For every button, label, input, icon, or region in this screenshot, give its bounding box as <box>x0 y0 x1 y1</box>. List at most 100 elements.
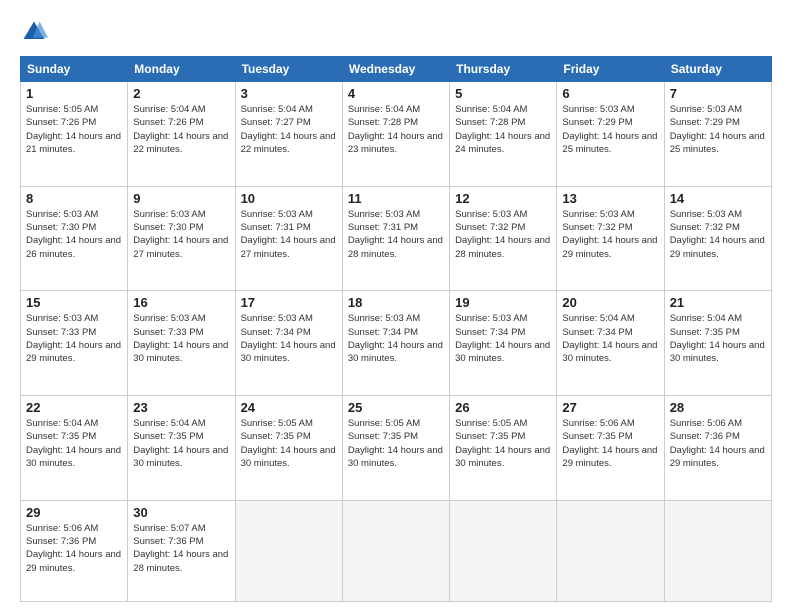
day-detail: Sunrise: 5:03 AMSunset: 7:33 PMDaylight:… <box>26 312 122 365</box>
day-number: 16 <box>133 295 229 310</box>
calendar-cell: 5 Sunrise: 5:04 AMSunset: 7:28 PMDayligh… <box>450 82 557 187</box>
day-detail: Sunrise: 5:03 AMSunset: 7:33 PMDaylight:… <box>133 312 229 365</box>
day-detail: Sunrise: 5:06 AMSunset: 7:36 PMDaylight:… <box>670 417 766 470</box>
day-number: 24 <box>241 400 337 415</box>
calendar-week-2: 8 Sunrise: 5:03 AMSunset: 7:30 PMDayligh… <box>21 186 772 291</box>
calendar-cell: 29 Sunrise: 5:06 AMSunset: 7:36 PMDaylig… <box>21 500 128 601</box>
calendar-cell: 30 Sunrise: 5:07 AMSunset: 7:36 PMDaylig… <box>128 500 235 601</box>
day-detail: Sunrise: 5:05 AMSunset: 7:35 PMDaylight:… <box>241 417 337 470</box>
day-detail: Sunrise: 5:03 AMSunset: 7:29 PMDaylight:… <box>562 103 658 156</box>
calendar-cell: 3 Sunrise: 5:04 AMSunset: 7:27 PMDayligh… <box>235 82 342 187</box>
calendar-header-saturday: Saturday <box>664 57 771 82</box>
calendar-cell: 1 Sunrise: 5:05 AMSunset: 7:26 PMDayligh… <box>21 82 128 187</box>
day-detail: Sunrise: 5:03 AMSunset: 7:34 PMDaylight:… <box>348 312 444 365</box>
logo <box>20 18 52 46</box>
day-number: 15 <box>26 295 122 310</box>
day-detail: Sunrise: 5:03 AMSunset: 7:31 PMDaylight:… <box>241 208 337 261</box>
calendar-header-tuesday: Tuesday <box>235 57 342 82</box>
calendar-cell: 28 Sunrise: 5:06 AMSunset: 7:36 PMDaylig… <box>664 396 771 501</box>
day-number: 6 <box>562 86 658 101</box>
logo-icon <box>20 18 48 46</box>
day-detail: Sunrise: 5:03 AMSunset: 7:30 PMDaylight:… <box>26 208 122 261</box>
day-detail: Sunrise: 5:04 AMSunset: 7:35 PMDaylight:… <box>26 417 122 470</box>
day-number: 28 <box>670 400 766 415</box>
day-number: 11 <box>348 191 444 206</box>
day-number: 1 <box>26 86 122 101</box>
day-detail: Sunrise: 5:03 AMSunset: 7:34 PMDaylight:… <box>455 312 551 365</box>
calendar-cell: 10 Sunrise: 5:03 AMSunset: 7:31 PMDaylig… <box>235 186 342 291</box>
day-detail: Sunrise: 5:03 AMSunset: 7:31 PMDaylight:… <box>348 208 444 261</box>
day-number: 4 <box>348 86 444 101</box>
day-number: 8 <box>26 191 122 206</box>
header <box>20 18 772 46</box>
calendar-cell: 6 Sunrise: 5:03 AMSunset: 7:29 PMDayligh… <box>557 82 664 187</box>
calendar-cell: 23 Sunrise: 5:04 AMSunset: 7:35 PMDaylig… <box>128 396 235 501</box>
day-number: 3 <box>241 86 337 101</box>
calendar-header-monday: Monday <box>128 57 235 82</box>
day-number: 25 <box>348 400 444 415</box>
calendar-header-sunday: Sunday <box>21 57 128 82</box>
calendar-week-1: 1 Sunrise: 5:05 AMSunset: 7:26 PMDayligh… <box>21 82 772 187</box>
calendar-header-row: SundayMondayTuesdayWednesdayThursdayFrid… <box>21 57 772 82</box>
day-detail: Sunrise: 5:06 AMSunset: 7:35 PMDaylight:… <box>562 417 658 470</box>
calendar-header-wednesday: Wednesday <box>342 57 449 82</box>
day-number: 20 <box>562 295 658 310</box>
day-detail: Sunrise: 5:04 AMSunset: 7:35 PMDaylight:… <box>670 312 766 365</box>
calendar-header-friday: Friday <box>557 57 664 82</box>
day-detail: Sunrise: 5:03 AMSunset: 7:30 PMDaylight:… <box>133 208 229 261</box>
day-number: 2 <box>133 86 229 101</box>
day-number: 17 <box>241 295 337 310</box>
calendar-week-3: 15 Sunrise: 5:03 AMSunset: 7:33 PMDaylig… <box>21 291 772 396</box>
page: SundayMondayTuesdayWednesdayThursdayFrid… <box>0 0 792 612</box>
calendar-cell: 2 Sunrise: 5:04 AMSunset: 7:26 PMDayligh… <box>128 82 235 187</box>
calendar-cell: 9 Sunrise: 5:03 AMSunset: 7:30 PMDayligh… <box>128 186 235 291</box>
day-number: 13 <box>562 191 658 206</box>
day-number: 9 <box>133 191 229 206</box>
calendar-cell <box>235 500 342 601</box>
day-number: 14 <box>670 191 766 206</box>
calendar-cell: 7 Sunrise: 5:03 AMSunset: 7:29 PMDayligh… <box>664 82 771 187</box>
calendar-cell: 18 Sunrise: 5:03 AMSunset: 7:34 PMDaylig… <box>342 291 449 396</box>
day-number: 27 <box>562 400 658 415</box>
day-detail: Sunrise: 5:05 AMSunset: 7:35 PMDaylight:… <box>455 417 551 470</box>
calendar-week-4: 22 Sunrise: 5:04 AMSunset: 7:35 PMDaylig… <box>21 396 772 501</box>
calendar-cell: 11 Sunrise: 5:03 AMSunset: 7:31 PMDaylig… <box>342 186 449 291</box>
day-number: 10 <box>241 191 337 206</box>
calendar-cell: 25 Sunrise: 5:05 AMSunset: 7:35 PMDaylig… <box>342 396 449 501</box>
day-detail: Sunrise: 5:06 AMSunset: 7:36 PMDaylight:… <box>26 522 122 575</box>
calendar-cell: 14 Sunrise: 5:03 AMSunset: 7:32 PMDaylig… <box>664 186 771 291</box>
calendar-cell: 13 Sunrise: 5:03 AMSunset: 7:32 PMDaylig… <box>557 186 664 291</box>
calendar-cell: 24 Sunrise: 5:05 AMSunset: 7:35 PMDaylig… <box>235 396 342 501</box>
calendar-cell <box>342 500 449 601</box>
calendar-cell: 21 Sunrise: 5:04 AMSunset: 7:35 PMDaylig… <box>664 291 771 396</box>
calendar-cell: 20 Sunrise: 5:04 AMSunset: 7:34 PMDaylig… <box>557 291 664 396</box>
calendar-cell: 26 Sunrise: 5:05 AMSunset: 7:35 PMDaylig… <box>450 396 557 501</box>
day-number: 22 <box>26 400 122 415</box>
calendar-cell: 12 Sunrise: 5:03 AMSunset: 7:32 PMDaylig… <box>450 186 557 291</box>
calendar-cell: 16 Sunrise: 5:03 AMSunset: 7:33 PMDaylig… <box>128 291 235 396</box>
day-number: 5 <box>455 86 551 101</box>
day-detail: Sunrise: 5:03 AMSunset: 7:34 PMDaylight:… <box>241 312 337 365</box>
day-detail: Sunrise: 5:04 AMSunset: 7:35 PMDaylight:… <box>133 417 229 470</box>
day-detail: Sunrise: 5:04 AMSunset: 7:27 PMDaylight:… <box>241 103 337 156</box>
calendar-cell: 27 Sunrise: 5:06 AMSunset: 7:35 PMDaylig… <box>557 396 664 501</box>
day-number: 29 <box>26 505 122 520</box>
day-detail: Sunrise: 5:03 AMSunset: 7:29 PMDaylight:… <box>670 103 766 156</box>
calendar-cell <box>450 500 557 601</box>
day-detail: Sunrise: 5:05 AMSunset: 7:35 PMDaylight:… <box>348 417 444 470</box>
day-number: 7 <box>670 86 766 101</box>
calendar-cell: 17 Sunrise: 5:03 AMSunset: 7:34 PMDaylig… <box>235 291 342 396</box>
day-number: 21 <box>670 295 766 310</box>
day-detail: Sunrise: 5:03 AMSunset: 7:32 PMDaylight:… <box>562 208 658 261</box>
calendar-cell <box>664 500 771 601</box>
day-number: 18 <box>348 295 444 310</box>
calendar-cell: 8 Sunrise: 5:03 AMSunset: 7:30 PMDayligh… <box>21 186 128 291</box>
day-detail: Sunrise: 5:04 AMSunset: 7:34 PMDaylight:… <box>562 312 658 365</box>
day-detail: Sunrise: 5:04 AMSunset: 7:26 PMDaylight:… <box>133 103 229 156</box>
day-detail: Sunrise: 5:03 AMSunset: 7:32 PMDaylight:… <box>670 208 766 261</box>
calendar-cell: 19 Sunrise: 5:03 AMSunset: 7:34 PMDaylig… <box>450 291 557 396</box>
calendar-header-thursday: Thursday <box>450 57 557 82</box>
calendar-table: SundayMondayTuesdayWednesdayThursdayFrid… <box>20 56 772 602</box>
calendar-cell: 15 Sunrise: 5:03 AMSunset: 7:33 PMDaylig… <box>21 291 128 396</box>
day-detail: Sunrise: 5:03 AMSunset: 7:32 PMDaylight:… <box>455 208 551 261</box>
